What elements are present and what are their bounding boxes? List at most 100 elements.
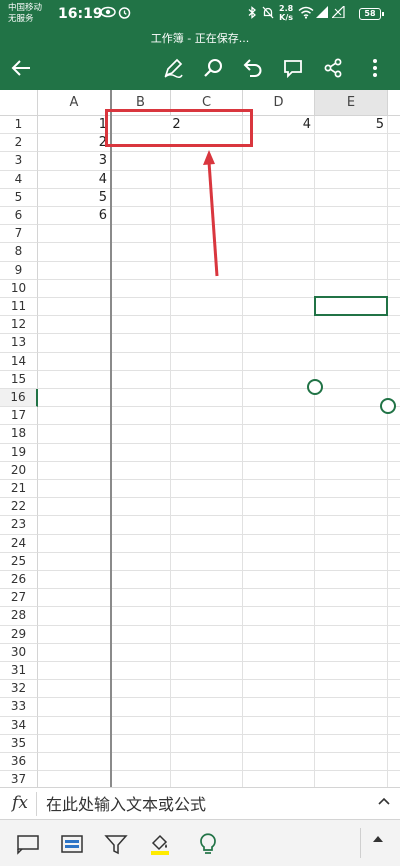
cell-f22[interactable]	[388, 498, 400, 517]
cell-f5[interactable]	[388, 189, 400, 207]
cell-e5[interactable]	[315, 188, 388, 207]
cell-f25[interactable]	[388, 553, 400, 571]
cell-e31[interactable]	[315, 662, 388, 681]
cell-a26[interactable]	[38, 571, 111, 590]
row-header[interactable]: 1	[0, 116, 38, 135]
undo-icon[interactable]	[240, 56, 266, 80]
cell-b34[interactable]	[111, 716, 171, 735]
cell-e30[interactable]	[315, 643, 388, 662]
cell-f7[interactable]	[388, 225, 400, 244]
cell-a16[interactable]	[38, 389, 111, 408]
cell-f2[interactable]	[388, 134, 400, 153]
cell-d25[interactable]	[243, 552, 315, 571]
cell-e23[interactable]	[315, 516, 388, 535]
cell-d11[interactable]	[243, 298, 315, 317]
cell-c9[interactable]	[171, 261, 243, 280]
cell-c18[interactable]	[171, 425, 243, 444]
cell-a29[interactable]	[38, 625, 111, 644]
cell-c35[interactable]	[171, 734, 243, 753]
cell-e16[interactable]	[315, 389, 388, 408]
column-header-d[interactable]: D	[243, 90, 315, 116]
cell-f35[interactable]	[388, 735, 400, 753]
filter-icon[interactable]	[102, 830, 130, 858]
cell-a36[interactable]	[38, 753, 111, 772]
cell-c16[interactable]	[171, 389, 243, 408]
cell-f1[interactable]	[388, 116, 400, 135]
cell-d14[interactable]	[243, 352, 315, 371]
row-header[interactable]: 9	[0, 261, 38, 280]
cell-f19[interactable]	[388, 444, 400, 462]
row-header[interactable]: 18	[0, 425, 38, 444]
column-header-f[interactable]	[388, 90, 400, 116]
cell-b25[interactable]	[111, 552, 171, 571]
row-header[interactable]: 10	[0, 279, 38, 298]
cell-b18[interactable]	[111, 425, 171, 444]
cell-e29[interactable]	[315, 625, 388, 644]
cell-f29[interactable]	[388, 626, 400, 644]
cell-d12[interactable]	[243, 316, 315, 335]
cell-f4[interactable]	[388, 171, 400, 189]
cell-b24[interactable]	[111, 534, 171, 553]
row-header[interactable]: 36	[0, 753, 38, 772]
cell-a20[interactable]	[38, 461, 111, 480]
cell-a25[interactable]	[38, 552, 111, 571]
back-arrow-icon[interactable]	[8, 56, 34, 80]
row-header[interactable]: 16	[0, 389, 38, 408]
cell-e27[interactable]	[315, 589, 388, 608]
cell-a33[interactable]	[38, 698, 111, 717]
cell-c31[interactable]	[171, 662, 243, 681]
cell-e2[interactable]	[315, 134, 388, 153]
cell-b11[interactable]	[111, 298, 171, 317]
cell-a28[interactable]	[38, 607, 111, 626]
cell-b20[interactable]	[111, 461, 171, 480]
cell-d6[interactable]	[243, 207, 315, 226]
cell-d13[interactable]	[243, 334, 315, 353]
expand-up-icon[interactable]	[372, 835, 384, 846]
column-header-e[interactable]: E	[315, 90, 388, 116]
cell-d10[interactable]	[243, 279, 315, 298]
cell-a32[interactable]	[38, 680, 111, 699]
cell-d18[interactable]	[243, 425, 315, 444]
cell-f32[interactable]	[388, 680, 400, 699]
row-header[interactable]: 35	[0, 734, 38, 753]
cell-a7[interactable]	[38, 225, 111, 244]
pen-draw-icon[interactable]	[160, 56, 186, 80]
cell-b10[interactable]	[111, 279, 171, 298]
cell-c14[interactable]	[171, 352, 243, 371]
row-header[interactable]: 15	[0, 370, 38, 389]
cell-d5[interactable]	[243, 188, 315, 207]
cell-a30[interactable]	[38, 643, 111, 662]
cell-b27[interactable]	[111, 589, 171, 608]
cell-c11[interactable]	[171, 298, 243, 317]
cell-f27[interactable]	[388, 589, 400, 608]
cell-a34[interactable]	[38, 716, 111, 735]
cell-a23[interactable]	[38, 516, 111, 535]
cell-e22[interactable]	[315, 498, 388, 517]
cell-a19[interactable]	[38, 443, 111, 462]
cell-c25[interactable]	[171, 552, 243, 571]
cell-d36[interactable]	[243, 753, 315, 772]
cell-b32[interactable]	[111, 680, 171, 699]
row-header[interactable]: 11	[0, 298, 38, 317]
cell-c22[interactable]	[171, 498, 243, 517]
row-header[interactable]: 31	[0, 662, 38, 681]
cell-c23[interactable]	[171, 516, 243, 535]
cell-d22[interactable]	[243, 498, 315, 517]
cell-e19[interactable]	[315, 443, 388, 462]
cell-b31[interactable]	[111, 662, 171, 681]
cell-b16[interactable]	[111, 389, 171, 408]
cell-f14[interactable]	[388, 353, 400, 371]
cell-e34[interactable]	[315, 716, 388, 735]
cell-c24[interactable]	[171, 534, 243, 553]
cell-c15[interactable]	[171, 370, 243, 389]
cell-b9[interactable]	[111, 261, 171, 280]
selected-cell-e16[interactable]	[314, 296, 388, 316]
cell-f8[interactable]	[388, 243, 400, 262]
idea-bulb-icon[interactable]	[194, 830, 222, 858]
cell-d28[interactable]	[243, 607, 315, 626]
cell-a4[interactable]: 4	[38, 170, 111, 189]
cell-f31[interactable]	[388, 662, 400, 681]
cell-e6[interactable]	[315, 207, 388, 226]
cell-a17[interactable]	[38, 407, 111, 426]
cell-e14[interactable]	[315, 352, 388, 371]
